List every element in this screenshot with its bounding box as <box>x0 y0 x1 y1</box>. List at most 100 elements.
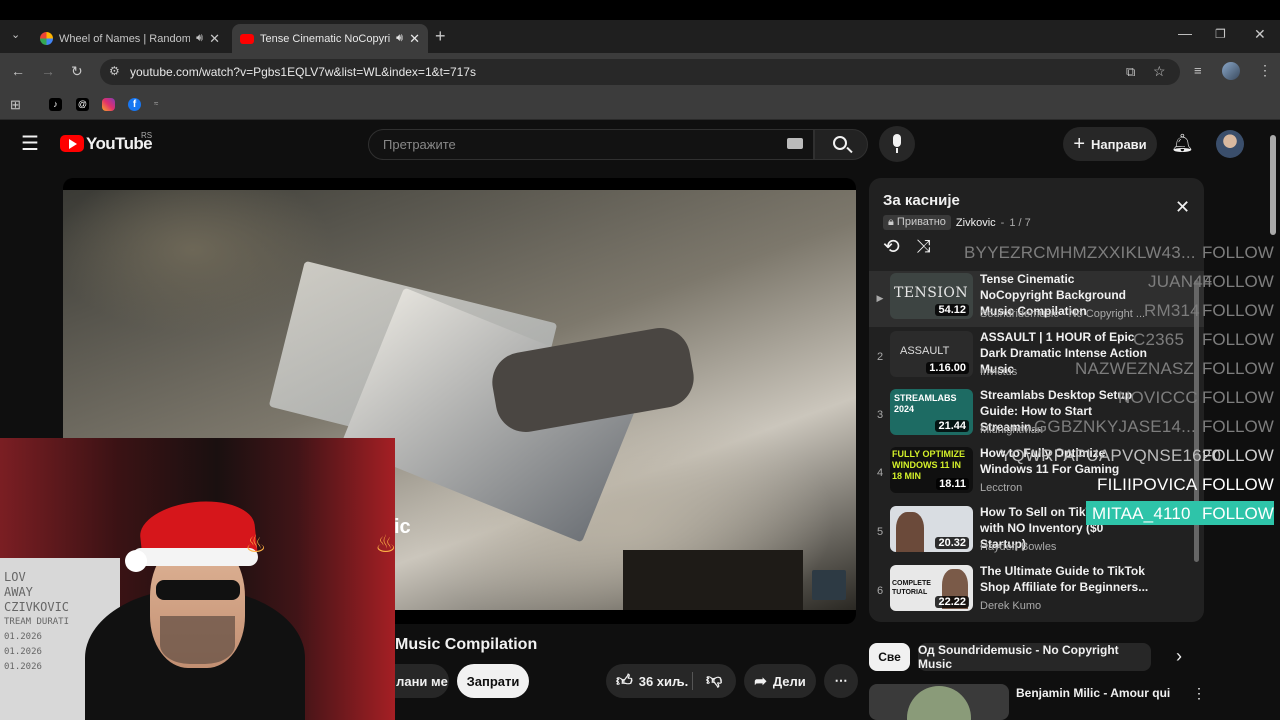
whiteboard-text: AWAY <box>4 585 33 599</box>
speaker-icon[interactable]: 🔊︎ <box>396 32 403 45</box>
site-info-icon[interactable]: ⚙ <box>109 65 120 77</box>
playlist-item-title: How to Fully Optimize Windows 11 For Gam… <box>980 446 1120 476</box>
forward-icon[interactable]: → <box>41 64 55 78</box>
playlist-position: 1 / 7 <box>1009 216 1031 229</box>
tab-youtube-active[interactable]: Tense Cinematic NoCopyrig 🔊︎ ✕ <box>232 24 428 53</box>
voice-search-button[interactable] <box>879 126 915 162</box>
channel-watermark[interactable] <box>812 570 846 600</box>
chevron-right-icon[interactable]: › <box>1176 647 1182 665</box>
subscribe-label: Запрати <box>466 673 520 689</box>
new-tab-icon[interactable]: + <box>435 27 446 45</box>
whiteboard-text: 01.2026 <box>4 662 42 672</box>
create-button[interactable]: + Направи <box>1063 127 1157 161</box>
playlist-item-index: 5 <box>876 526 884 538</box>
playlist-owner[interactable]: Zivkovic <box>956 217 996 229</box>
santa-hat-brim <box>132 548 258 566</box>
playlist-item[interactable]: 4 FULLY OPTIMIZE WINDOWS 11 IN 18 MIN 18… <box>869 445 1204 503</box>
chip-label: Од Soundridemusic - No Copyright Music <box>918 643 1119 671</box>
install-app-icon[interactable]: ⧉ <box>1126 65 1135 78</box>
facebook-icon[interactable]: f <box>128 98 141 111</box>
member-button[interactable]: лани ме <box>395 664 449 698</box>
playlist-item-thumbnail[interactable]: ASSAULT 1.16.00 <box>890 331 973 377</box>
threads-icon[interactable]: @ <box>76 98 89 111</box>
privacy-badge: 🔒︎ Приватно <box>883 215 951 230</box>
thumbnail-text: TENSION <box>894 285 969 301</box>
tab-search-chevron-icon[interactable]: ⌄ <box>11 30 20 41</box>
playlist-title[interactable]: За касније <box>883 192 960 209</box>
whiteboard-text: 01.2026 <box>4 647 42 657</box>
playlist-item-title: The Ultimate Guide to TikTok Shop Affili… <box>980 564 1149 594</box>
whiteboard-text: 01.2026 <box>4 632 42 642</box>
close-tab-icon[interactable]: ✕ <box>409 31 420 47</box>
reload-icon[interactable]: ↻ <box>71 64 83 78</box>
search-button[interactable] <box>814 129 868 160</box>
playlist-item-thumbnail[interactable]: STREAMLABS 2024 21.44 <box>890 389 973 435</box>
sunglasses <box>156 580 240 600</box>
back-icon[interactable]: ← <box>11 64 25 78</box>
playlist-item-thumbnail[interactable]: FULLY OPTIMIZE WINDOWS 11 IN 18 MIN 18.1… <box>890 447 973 493</box>
more-actions-button[interactable]: ⋯ <box>824 664 858 698</box>
like-count[interactable]: 36 хиљ. <box>639 674 689 689</box>
page-scrollbar[interactable] <box>1270 135 1276 235</box>
close-window-icon[interactable]: ✕ <box>1254 27 1266 41</box>
chip-from-channel[interactable]: Од Soundridemusic - No Copyright Music <box>918 643 1151 671</box>
recommendation-thumbnail[interactable] <box>869 684 1009 720</box>
account-avatar[interactable] <box>1216 130 1244 158</box>
instagram-icon[interactable] <box>102 98 115 111</box>
member-label: лани ме <box>396 673 448 689</box>
like-icon[interactable]: 👍︎ <box>616 672 633 691</box>
playlist-item-index: 2 <box>876 351 884 363</box>
omnibox[interactable]: ⚙ youtube.com/watch?v=Pgbs1EQLV7w&list=W… <box>100 59 1180 85</box>
playlist-item-index: ▶ <box>876 293 884 303</box>
apps-grid-icon[interactable]: ⊞ <box>10 98 21 111</box>
nv-icon[interactable]: ≈ <box>154 99 168 109</box>
playlist-item[interactable]: 2 ASSAULT 1.16.00 ASSAULT | 1 HOUR of Ep… <box>869 329 1204 387</box>
whiteboard-text: TREAM DURATI <box>4 617 70 627</box>
bookmark-star-icon[interactable]: ☆ <box>1153 64 1166 78</box>
playlist-item-channel: MidnightMan <box>980 424 1043 436</box>
keyboard-icon[interactable] <box>787 138 803 149</box>
chip-all[interactable]: Све <box>869 643 910 671</box>
tab-wheel-of-names[interactable]: Wheel of Names | Random 🔊︎ ✕ <box>32 24 228 53</box>
video-title: Music Compilation <box>395 636 538 653</box>
profile-avatar[interactable] <box>1222 62 1240 80</box>
playlist-item-channel: Lecctron <box>980 482 1023 494</box>
media-control-icon[interactable]: ≡ <box>1194 64 1202 77</box>
menu-kebab-icon[interactable]: ⋮ <box>1258 63 1272 77</box>
subscribe-button[interactable]: Запрати <box>457 664 529 698</box>
playlist-item-channel: Invictus <box>980 366 1018 378</box>
close-playlist-icon[interactable]: ✕ <box>1175 198 1190 216</box>
speaker-icon[interactable]: 🔊︎ <box>196 32 203 45</box>
shuffle-icon[interactable]: ⤨ <box>916 237 930 255</box>
playlist-item[interactable]: 6 COMPLETE TUTORIAL 22.22 The Ultimate G… <box>869 563 1204 621</box>
privacy-label: Приватно <box>896 216 946 228</box>
playlist-item[interactable]: 5 20.32 How To Sell on TikTok Shop with … <box>869 504 1204 562</box>
recommendation-title[interactable]: Benjamin Milic - Amour qui <box>1016 686 1170 700</box>
playlist-item[interactable]: 3 STREAMLABS 2024 21.44 Streamlabs Deskt… <box>869 387 1204 445</box>
share-button[interactable]: ➦ Дели <box>744 664 816 698</box>
top-strip <box>0 0 1280 20</box>
duration-badge: 20.32 <box>935 537 969 549</box>
playlist-item[interactable]: ▶ TENSION 54.12 Tense Cinematic NoCopyri… <box>869 271 1204 327</box>
playlist-item-thumbnail[interactable]: COMPLETE TUTORIAL 22.22 <box>890 565 973 611</box>
loop-icon[interactable]: ⟲ <box>883 237 900 257</box>
whiteboard-text: LOV <box>4 570 26 584</box>
webcam-overlay: LOV AWAY CZIVKOVIC TREAM DURATI 01.2026 … <box>0 438 395 720</box>
playlist-item-thumbnail[interactable]: 20.32 <box>890 506 973 552</box>
notifications-bell-icon[interactable]: 🔔︎ <box>1171 134 1194 152</box>
duration-badge: 21.44 <box>935 420 969 432</box>
thumbnail-text: STREAMLABS 2024 <box>894 393 957 414</box>
restore-icon[interactable]: ❐ <box>1215 28 1226 40</box>
close-tab-icon[interactable]: ✕ <box>209 31 220 47</box>
playlist-item-thumbnail[interactable]: TENSION 54.12 <box>890 273 973 319</box>
youtube-logo-icon[interactable] <box>60 135 84 152</box>
santa-hat-pompom <box>125 550 147 572</box>
dislike-icon[interactable]: 👎︎ <box>706 671 722 690</box>
recommendation-menu-icon[interactable]: ⋮ <box>1192 686 1206 700</box>
minimize-icon[interactable]: — <box>1178 26 1192 40</box>
search-input[interactable]: Претражите <box>368 129 814 160</box>
hamburger-menu-icon[interactable]: ☰ <box>21 134 39 154</box>
tab-bar: ⌄ Wheel of Names | Random 🔊︎ ✕ Tense Cin… <box>0 20 1280 53</box>
tiktok-icon[interactable]: ♪ <box>49 98 62 111</box>
playlist-scrollbar[interactable] <box>1194 280 1199 562</box>
